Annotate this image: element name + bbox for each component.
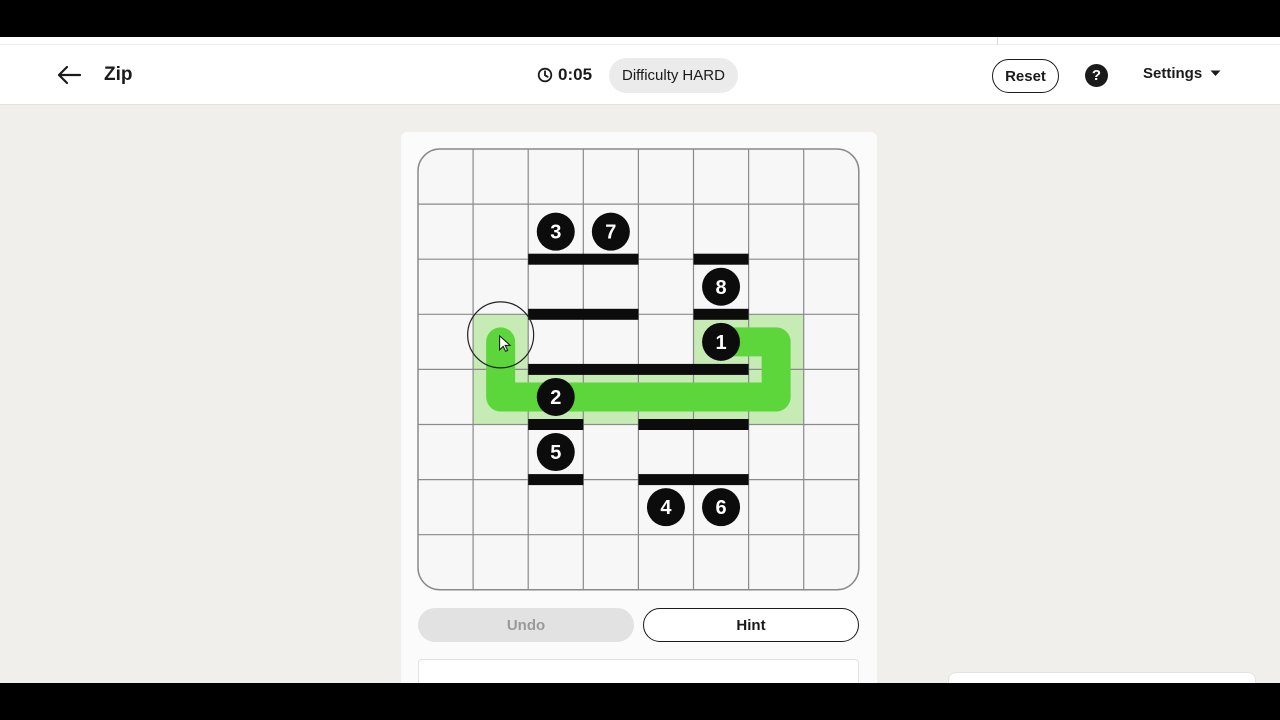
floating-card — [948, 672, 1256, 683]
wall-segment-4 — [528, 363, 749, 375]
letterbox-bottom — [0, 683, 1280, 720]
zip-board[interactable]: 3 7 8 1 2 5 4 6 — [0, 37, 1280, 683]
number-cell-7: 7 — [591, 212, 630, 251]
number-label-4: 4 — [660, 497, 672, 519]
wall-segment-6 — [638, 419, 749, 430]
wall-segment-7 — [528, 474, 584, 486]
number-label-5: 5 — [550, 442, 561, 464]
wall-segment-8 — [638, 474, 749, 486]
number-cell-3: 3 — [536, 212, 575, 251]
number-label-2: 2 — [550, 387, 561, 409]
number-cell-5: 5 — [536, 433, 575, 472]
number-label-1: 1 — [715, 332, 726, 354]
wall-segment-3 — [693, 308, 749, 320]
number-label-3: 3 — [550, 222, 561, 244]
wall-segment-2 — [528, 308, 639, 320]
hint-button[interactable]: Hint — [643, 608, 859, 642]
wall-segment-1 — [693, 253, 749, 265]
number-cell-1: 1 — [702, 322, 741, 361]
letterbox-top — [0, 0, 1280, 37]
number-cell-8: 8 — [702, 267, 741, 306]
game-page: Zip 0:05 Difficulty HARD Reset ? Setting… — [0, 37, 1280, 683]
number-label-8: 8 — [715, 277, 726, 299]
number-cell-6: 6 — [702, 488, 741, 527]
number-cell-4: 4 — [646, 488, 685, 527]
content-card — [418, 659, 859, 683]
number-cell-2: 2 — [536, 377, 575, 416]
undo-button[interactable]: Undo — [418, 608, 634, 642]
number-label-6: 6 — [715, 497, 726, 519]
number-label-7: 7 — [605, 222, 616, 244]
wall-segment-5 — [528, 419, 584, 430]
wall-segment-0 — [528, 253, 639, 265]
